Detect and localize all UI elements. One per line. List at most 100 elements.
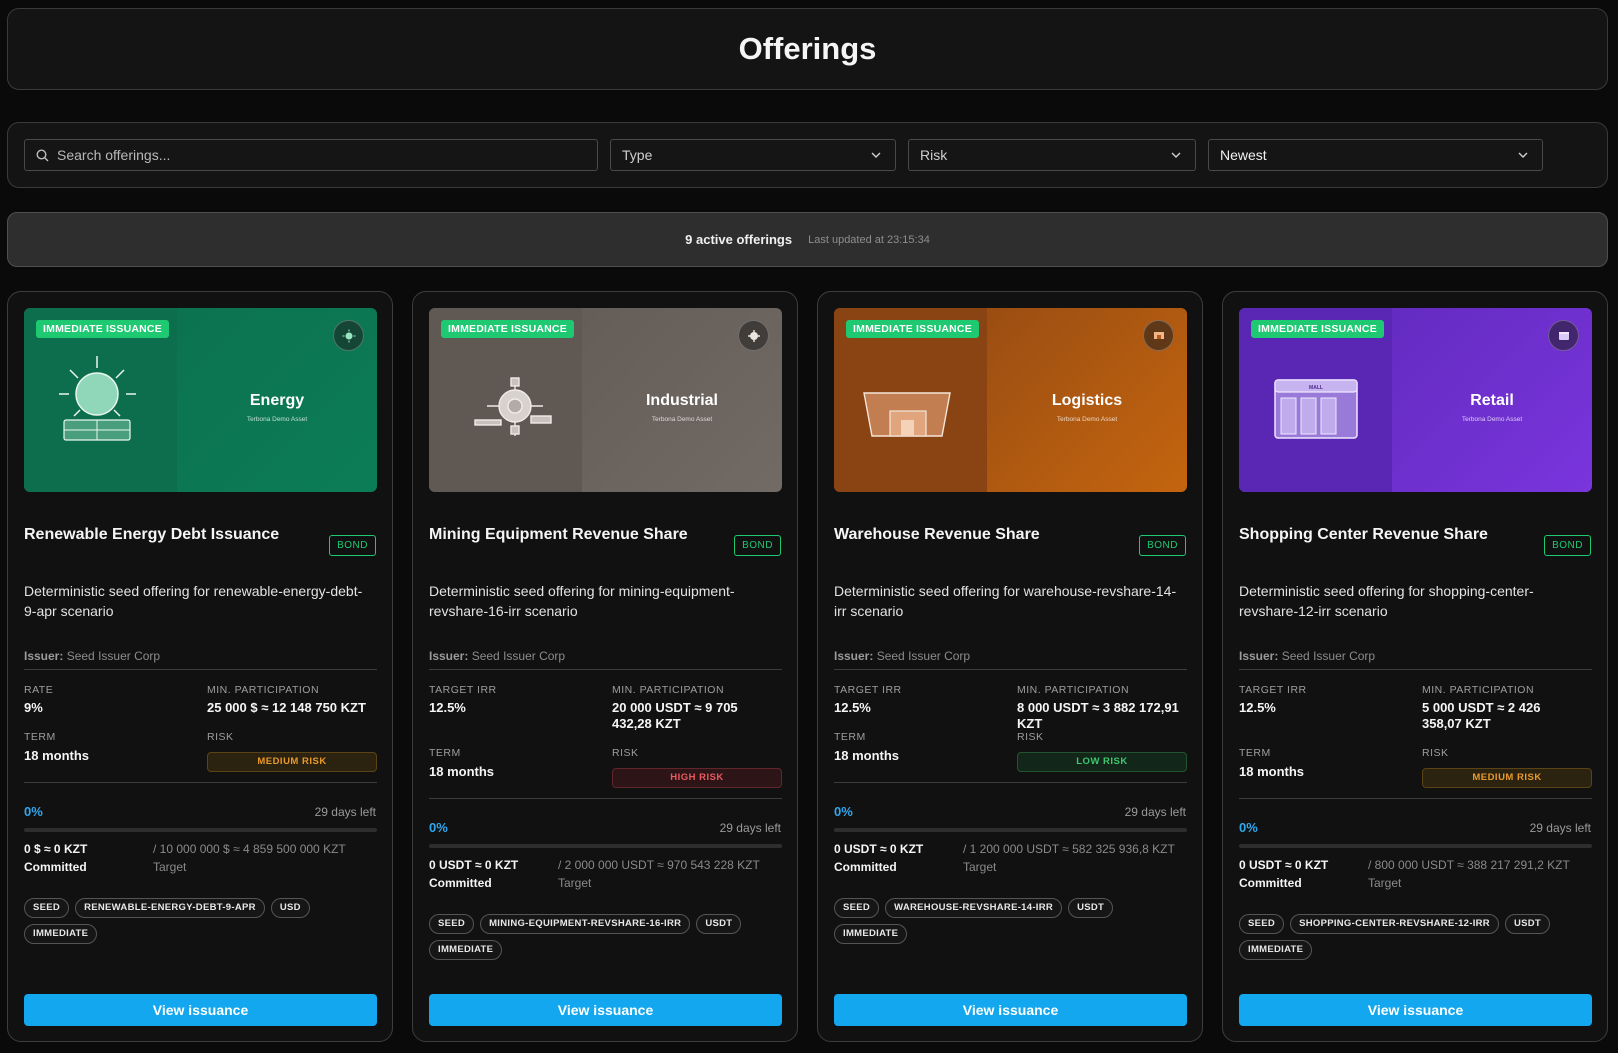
tag-chip: RENEWABLE-ENERGY-DEBT-9-APR xyxy=(75,898,265,918)
metric-value: 12.5% xyxy=(834,700,871,715)
type-select[interactable]: Type xyxy=(610,139,896,171)
view-issuance-button[interactable]: View issuance xyxy=(834,994,1187,1026)
offering-title[interactable]: Warehouse Revenue Share xyxy=(834,526,1040,544)
page-header: Offerings xyxy=(7,8,1608,90)
sector-subtitle: Terbona Demo Asset xyxy=(651,416,713,423)
offering-description: Deterministic seed offering for shopping… xyxy=(1239,583,1534,619)
card-banner: IMMEDIATE ISSUANCE Logistics Terbona Dem… xyxy=(834,308,1187,492)
issuer-line: Issuer: Seed Issuer Corp xyxy=(1239,649,1375,663)
card-banner: IMMEDIATE ISSUANCE Industrial Terbona De… xyxy=(429,308,782,492)
sector-icon xyxy=(1143,320,1174,351)
risk-label: RISK xyxy=(612,747,639,759)
tag-chip: USDT xyxy=(1504,914,1551,934)
divider xyxy=(24,669,377,670)
metric-label: TARGET IRR xyxy=(834,684,902,696)
divider xyxy=(834,669,1187,670)
issuer-label: Issuer: xyxy=(1239,649,1279,663)
term-value: 18 months xyxy=(834,748,900,763)
risk-select[interactable]: Risk xyxy=(908,139,1196,171)
risk-label: RISK xyxy=(207,731,234,743)
offering-card: MALL IMMEDIATE ISSUANCE Retail Terbona D… xyxy=(1222,291,1608,1042)
issuer-label: Issuer: xyxy=(24,649,64,663)
offering-description: Deterministic seed offering for warehous… xyxy=(834,583,1177,619)
tag-chip: WAREHOUSE-REVSHARE-14-IRR xyxy=(885,898,1063,918)
view-issuance-button[interactable]: View issuance xyxy=(429,994,782,1026)
min-participation-label: MIN. PARTICIPATION xyxy=(612,684,725,696)
sector-subtitle: Terbona Demo Asset xyxy=(1056,416,1118,423)
active-offerings-count: 9 active offerings xyxy=(685,232,793,247)
target-label: Target xyxy=(1368,876,1402,890)
tag-chip: SEED xyxy=(834,898,880,918)
metric-label: TARGET IRR xyxy=(1239,684,1307,696)
term-label: TERM xyxy=(429,747,461,759)
committed-value: 0 USDT ≈ 0 KZT xyxy=(834,842,924,856)
issuance-badge: IMMEDIATE ISSUANCE xyxy=(1251,320,1384,338)
committed-block: 0 $ ≈ 0 KZT Committed xyxy=(24,840,87,876)
risk-badge: LOW RISK xyxy=(1017,752,1187,772)
progress-percent: 0% xyxy=(1239,820,1258,835)
sector-illustration: MALL xyxy=(1257,348,1377,458)
instrument-badge: BOND xyxy=(329,535,376,556)
metric-value: 12.5% xyxy=(1239,700,1276,715)
min-participation-label: MIN. PARTICIPATION xyxy=(1017,684,1130,696)
risk-badge: MEDIUM RISK xyxy=(1422,768,1592,788)
tag-chip: MINING-EQUIPMENT-REVSHARE-16-IRR xyxy=(480,914,691,934)
committed-value: 0 $ ≈ 0 KZT xyxy=(24,842,88,856)
sector-title: Retail xyxy=(1470,392,1514,409)
progress-percent: 0% xyxy=(429,820,448,835)
type-select-label: Type xyxy=(622,147,653,163)
tag-chip: IMMEDIATE xyxy=(429,940,503,960)
status-bar: 9 active offerings Last updated at 23:15… xyxy=(7,212,1608,267)
offering-title[interactable]: Mining Equipment Revenue Share xyxy=(429,526,688,544)
issuer-label: Issuer: xyxy=(834,649,874,663)
search-field[interactable] xyxy=(24,139,598,171)
min-participation-value: 8 000 USDT ≈ 3 882 172,91 KZT xyxy=(1017,700,1179,731)
target-label: Target xyxy=(153,860,187,874)
sector-subtitle: Terbona Demo Asset xyxy=(1461,416,1523,423)
chevron-down-icon xyxy=(871,152,881,158)
min-participation-label: MIN. PARTICIPATION xyxy=(207,684,320,696)
committed-value: 0 USDT ≈ 0 KZT xyxy=(429,858,519,872)
divider xyxy=(429,669,782,670)
sort-select-label: Newest xyxy=(1220,147,1267,163)
min-participation-value: 25 000 $ ≈ 12 148 750 KZT xyxy=(207,700,366,715)
target-value: / 10 000 000 $ ≈ 4 859 500 000 KZT xyxy=(153,842,346,856)
term-value: 18 months xyxy=(24,748,90,763)
card-banner: MALL IMMEDIATE ISSUANCE Retail Terbona D… xyxy=(1239,308,1592,492)
sector-icon xyxy=(333,320,364,351)
metric-value: 12.5% xyxy=(429,700,466,715)
min-participation-value: 5 000 USDT ≈ 2 426 358,07 KZT xyxy=(1422,700,1541,731)
view-issuance-button[interactable]: View issuance xyxy=(1239,994,1592,1026)
mall-sign-text: MALL xyxy=(1309,385,1323,391)
days-left: 29 days left xyxy=(1124,805,1186,819)
target-value: / 1 200 000 USDT ≈ 582 325 936,8 KZT xyxy=(963,842,1175,856)
committed-label: Committed xyxy=(1239,876,1302,890)
offering-card: IMMEDIATE ISSUANCE Logistics Terbona Dem… xyxy=(817,291,1203,1042)
progress-bar xyxy=(429,844,782,848)
target-value: / 2 000 000 USDT ≈ 970 543 228 KZT xyxy=(558,858,760,872)
last-updated-text: Last updated at 23:15:34 xyxy=(808,233,930,246)
sector-illustration xyxy=(447,348,567,458)
divider xyxy=(1239,669,1592,670)
tag-chip: SEED xyxy=(24,898,70,918)
offering-title[interactable]: Shopping Center Revenue Share xyxy=(1239,526,1488,544)
offering-title[interactable]: Renewable Energy Debt Issuance xyxy=(24,526,279,544)
instrument-badge: BOND xyxy=(1544,535,1591,556)
risk-select-label: Risk xyxy=(920,147,948,163)
view-issuance-button[interactable]: View issuance xyxy=(24,994,377,1026)
issuer-name: Seed Issuer Corp xyxy=(876,649,971,663)
issuer-name: Seed Issuer Corp xyxy=(66,649,161,663)
target-label: Target xyxy=(558,876,592,890)
tag-chip: IMMEDIATE xyxy=(24,924,98,944)
tag-chip: USD xyxy=(270,898,310,918)
tag-chip: IMMEDIATE xyxy=(1239,940,1313,960)
tag-list: SEED WAREHOUSE-REVSHARE-14-IRR USDT IMMEDIA… xyxy=(834,898,1187,944)
sort-select[interactable]: Newest xyxy=(1208,139,1543,171)
issuer-name: Seed Issuer Corp xyxy=(471,649,566,663)
search-input[interactable] xyxy=(57,147,577,163)
sector-illustration xyxy=(42,348,162,458)
tag-chip: USDT xyxy=(696,914,742,934)
min-participation-value: 20 000 USDT ≈ 9 705 432,28 KZT xyxy=(612,700,738,731)
tag-list: SEED RENEWABLE-ENERGY-DEBT-9-APR USD IMMEDI… xyxy=(24,898,377,944)
search-icon xyxy=(36,148,49,161)
